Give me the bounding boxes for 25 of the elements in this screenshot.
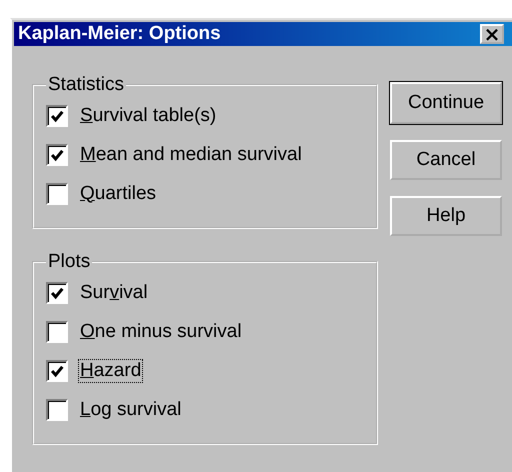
checkbox-label[interactable]: Survival table(s) bbox=[78, 104, 218, 128]
close-button[interactable]: × bbox=[480, 24, 504, 44]
checkbox-label[interactable]: Survival bbox=[78, 280, 150, 304]
check-mark-icon bbox=[50, 148, 64, 162]
check-mark-icon bbox=[50, 108, 64, 122]
checkbox-label[interactable]: Quartiles bbox=[78, 182, 158, 206]
check-mark-icon bbox=[50, 286, 64, 300]
dialog-button[interactable]: Cancel bbox=[390, 140, 502, 180]
checkbox-label[interactable]: Log survival bbox=[78, 398, 184, 422]
group-title: Statistics bbox=[47, 74, 126, 96]
window-title: Kaplan-Meier: Options bbox=[18, 23, 221, 45]
checkbox[interactable] bbox=[46, 398, 68, 420]
checkbox[interactable] bbox=[46, 104, 68, 126]
check-mark-icon bbox=[50, 364, 64, 378]
checkbox[interactable] bbox=[46, 182, 68, 204]
group-title: Plots bbox=[47, 251, 92, 273]
checkbox-label[interactable]: Mean and median survival bbox=[78, 142, 304, 166]
dialog-button[interactable]: Help bbox=[390, 196, 502, 236]
checkbox-label[interactable]: Hazard bbox=[78, 358, 144, 382]
checkbox[interactable] bbox=[46, 360, 68, 382]
checkbox[interactable] bbox=[46, 144, 68, 166]
checkbox[interactable] bbox=[46, 320, 68, 342]
checkbox-label[interactable]: One minus survival bbox=[78, 320, 244, 344]
checkbox[interactable] bbox=[46, 282, 68, 304]
dialog-button[interactable]: Continue bbox=[390, 82, 502, 124]
